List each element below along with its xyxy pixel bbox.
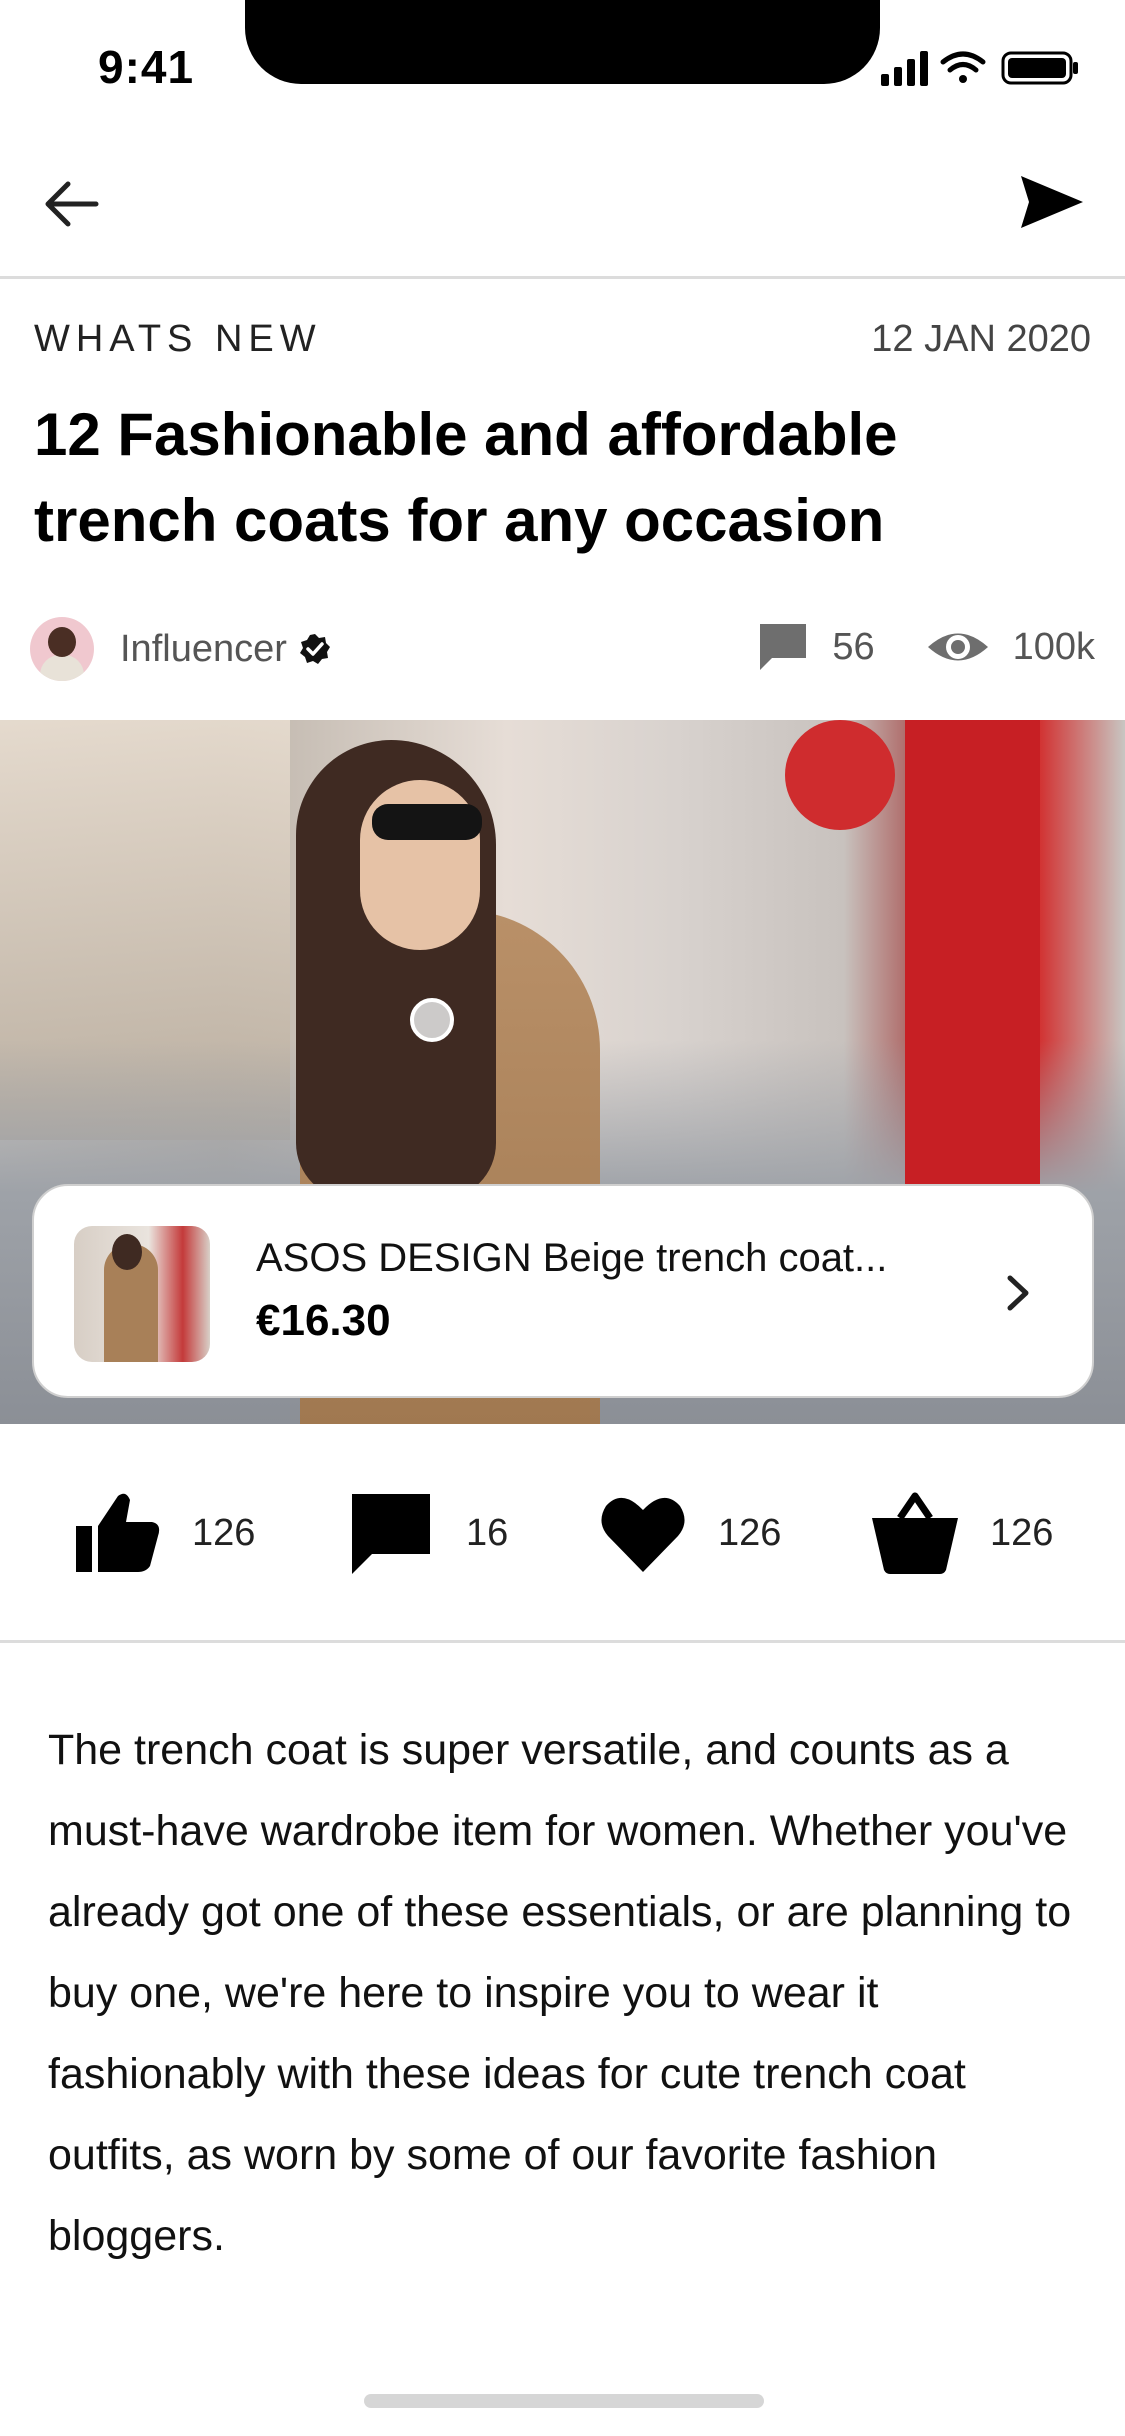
cellular-signal-icon	[881, 51, 928, 86]
wifi-icon	[940, 51, 986, 83]
comments-count: 56	[832, 625, 875, 668]
like-button[interactable]: 126	[72, 1488, 255, 1578]
product-thumbnail	[74, 1226, 210, 1362]
back-arrow-icon[interactable]	[40, 172, 104, 236]
send-icon[interactable]	[1017, 170, 1087, 234]
views-count: 100k	[1012, 625, 1095, 668]
article-title: 12 Fashionable and affordable trench coa…	[34, 401, 898, 554]
comments-action-count: 16	[466, 1511, 509, 1554]
product-price: €16.30	[256, 1296, 391, 1345]
header-divider	[0, 276, 1125, 279]
device-notch	[245, 0, 880, 84]
article-category[interactable]: WHATS NEW	[34, 318, 322, 361]
product-name: ASOS DESIGN Beige trench coat...	[256, 1236, 888, 1280]
status-icons	[881, 51, 1078, 86]
verified-badge-icon	[299, 634, 330, 664]
author-row[interactable]: Influencer	[30, 614, 331, 684]
basket-count: 126	[990, 1511, 1054, 1554]
article-stats: 56 100k	[756, 612, 1095, 682]
favorites-count: 126	[718, 1511, 782, 1554]
chevron-right-icon[interactable]	[998, 1268, 1038, 1318]
favorite-button[interactable]: 126	[598, 1488, 781, 1578]
home-indicator[interactable]	[364, 2394, 764, 2408]
comment-bubble-icon	[352, 1494, 430, 1574]
article-body: The trench coat is super versatile, and …	[48, 1726, 1072, 2260]
author-avatar[interactable]	[30, 617, 94, 681]
product-card[interactable]: ASOS DESIGN Beige trench coat... €16.30	[32, 1184, 1094, 1398]
basket-icon	[872, 1492, 958, 1574]
battery-icon	[1001, 51, 1078, 85]
product-tag-dot[interactable]	[410, 998, 454, 1042]
likes-count: 126	[192, 1511, 256, 1554]
eye-icon	[927, 633, 988, 661]
thumbs-up-icon	[76, 1493, 160, 1572]
article-date: 12 JAN 2020	[871, 318, 1091, 360]
actions-divider	[0, 1640, 1125, 1643]
status-time: 9:41	[98, 41, 195, 93]
action-bar: 126 16 126 126	[0, 1488, 1125, 1578]
author-name[interactable]: Influencer	[120, 628, 287, 671]
comment-icon	[760, 624, 807, 670]
comment-button[interactable]: 16	[346, 1488, 508, 1578]
basket-button[interactable]: 126	[870, 1488, 1053, 1578]
heart-icon	[601, 1497, 685, 1572]
